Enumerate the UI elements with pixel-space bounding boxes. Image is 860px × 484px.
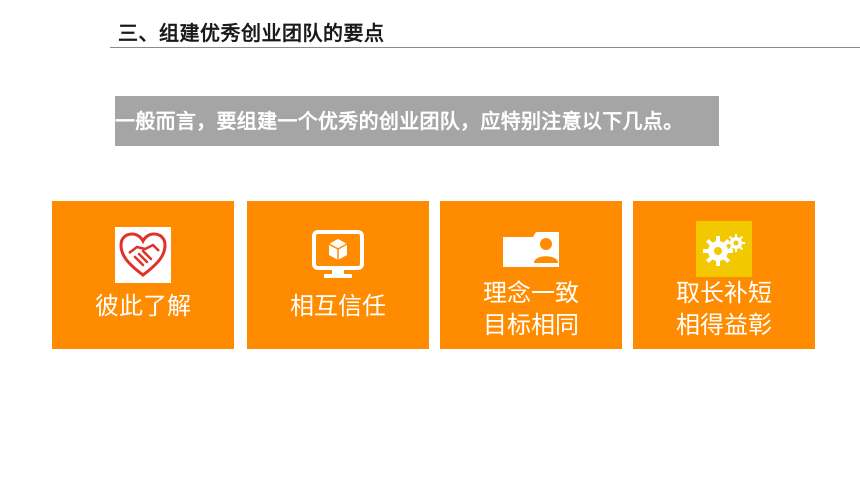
card-shared-vision: 理念一致 目标相同 xyxy=(440,201,622,349)
card-label: 相互信任 xyxy=(290,292,386,320)
handshake-heart-icon xyxy=(115,227,171,283)
user-folder-icon xyxy=(503,232,559,267)
card-label: 理念一致 目标相同 xyxy=(483,279,579,339)
card-label: 取长补短 相得益彰 xyxy=(676,279,772,339)
intro-banner: 一般而言，要组建一个优秀的创业团队，应特别注意以下几点。 xyxy=(115,96,719,146)
slide-title: 三、组建优秀创业团队的要点 xyxy=(118,21,385,45)
card-complementary-strengths: 取长补短 相得益彰 xyxy=(633,201,815,349)
card-mutual-understanding: 彼此了解 xyxy=(52,201,234,349)
monitor-cube-icon xyxy=(312,230,364,278)
title-divider xyxy=(110,47,860,48)
gears-icon xyxy=(696,221,752,277)
card-label: 彼此了解 xyxy=(95,292,191,320)
card-mutual-trust: 相互信任 xyxy=(247,201,429,349)
